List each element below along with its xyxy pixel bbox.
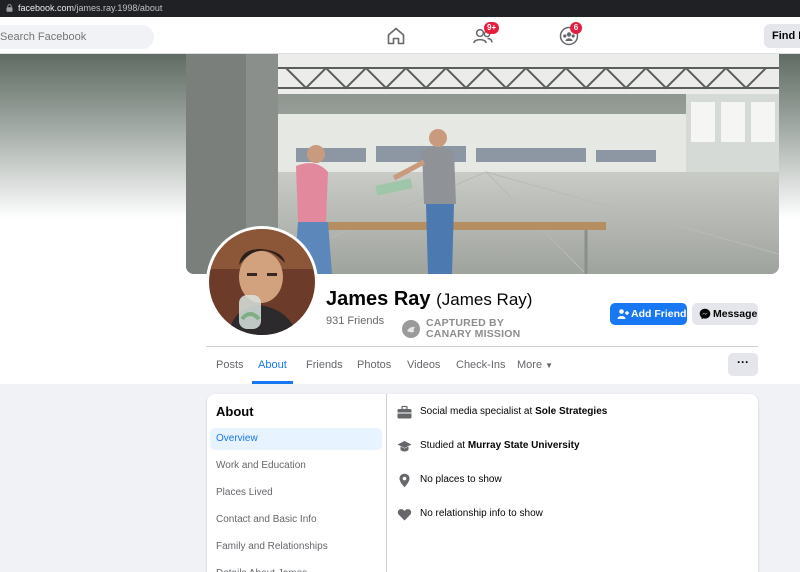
about-nav-work-education[interactable]: Work and Education	[210, 455, 382, 477]
places-info-text: No places to show	[420, 474, 502, 485]
friends-nav-button[interactable]: 9+	[472, 22, 500, 47]
add-friend-icon	[617, 309, 629, 319]
browser-url-bar[interactable]: facebook.com/james.ray.1998/about	[0, 0, 800, 17]
about-sidebar: About Overview Work and Education Places…	[207, 394, 387, 572]
add-friend-button[interactable]: Add Friend	[610, 303, 687, 325]
education-info-text: Studied at Murray State University	[420, 436, 580, 456]
lock-icon	[6, 4, 13, 12]
canary-bird-icon	[407, 326, 415, 333]
friends-count[interactable]: 931 Friends	[326, 315, 384, 327]
groups-badge: 6	[570, 22, 582, 34]
header-divider	[206, 346, 758, 347]
url-path: /james.ray.1998/about	[74, 3, 163, 13]
add-friend-label: Add Friend	[631, 308, 687, 320]
about-card: About Overview Work and Education Places…	[207, 394, 758, 572]
caret-down-icon: ▼	[545, 361, 553, 370]
work-info-text: Social media specialist at Sole Strategi…	[420, 402, 607, 422]
work-prefix: Social media specialist at	[420, 406, 536, 417]
messenger-icon	[699, 308, 711, 320]
location-pin-icon	[399, 473, 410, 488]
about-nav-places-lived[interactable]: Places Lived	[210, 482, 382, 504]
friends-badge: 9+	[484, 22, 500, 34]
profile-display-name: James Ray	[326, 288, 431, 310]
more-options-button[interactable]: ···	[728, 353, 758, 376]
tab-posts[interactable]: Posts	[216, 348, 244, 384]
education-organization-link[interactable]: Murray State University	[468, 440, 580, 451]
relationship-info-text: No relationship info to show	[420, 508, 543, 519]
url-host: facebook.com	[18, 3, 75, 13]
about-nav-family-relationships[interactable]: Family and Relationships	[210, 536, 382, 558]
home-icon[interactable]	[385, 25, 407, 47]
work-organization-link[interactable]: Sole Strategies	[535, 406, 607, 417]
canary-mission-logo	[402, 320, 420, 338]
about-nav-contact-info[interactable]: Contact and Basic Info	[210, 509, 382, 531]
about-title: About	[216, 404, 254, 419]
groups-nav-button[interactable]: 6	[558, 22, 582, 47]
heart-icon	[397, 509, 412, 521]
search-input[interactable]	[0, 25, 154, 49]
watermark-text: CAPTURED BY CANARY MISSION	[426, 318, 520, 340]
message-button[interactable]: Message	[692, 303, 758, 325]
tab-more[interactable]: More ▼	[517, 348, 553, 384]
profile-alternate-name: (James Ray)	[436, 290, 533, 309]
tab-friends[interactable]: Friends	[306, 348, 343, 384]
watermark-line-2: CANARY MISSION	[426, 328, 521, 340]
tab-about[interactable]: About	[252, 348, 293, 384]
tab-videos[interactable]: Videos	[407, 348, 440, 384]
tab-more-label: More	[517, 359, 543, 371]
message-label: Message	[713, 308, 758, 320]
graduation-cap-icon	[397, 441, 412, 452]
find-friends-button[interactable]: Find Friends	[764, 24, 800, 48]
profile-name: James Ray (James Ray)	[326, 288, 532, 311]
briefcase-icon	[397, 405, 412, 419]
about-nav-details[interactable]: Details About James	[210, 563, 382, 572]
tab-check-ins[interactable]: Check-Ins	[456, 348, 506, 384]
profile-picture[interactable]	[206, 226, 318, 338]
profile-photo-image	[209, 229, 315, 335]
tab-photos[interactable]: Photos	[357, 348, 391, 384]
top-navigation: 9+ 6 Find Friends	[0, 17, 800, 54]
about-nav-overview[interactable]: Overview	[210, 428, 382, 450]
education-prefix: Studied at	[420, 440, 468, 451]
